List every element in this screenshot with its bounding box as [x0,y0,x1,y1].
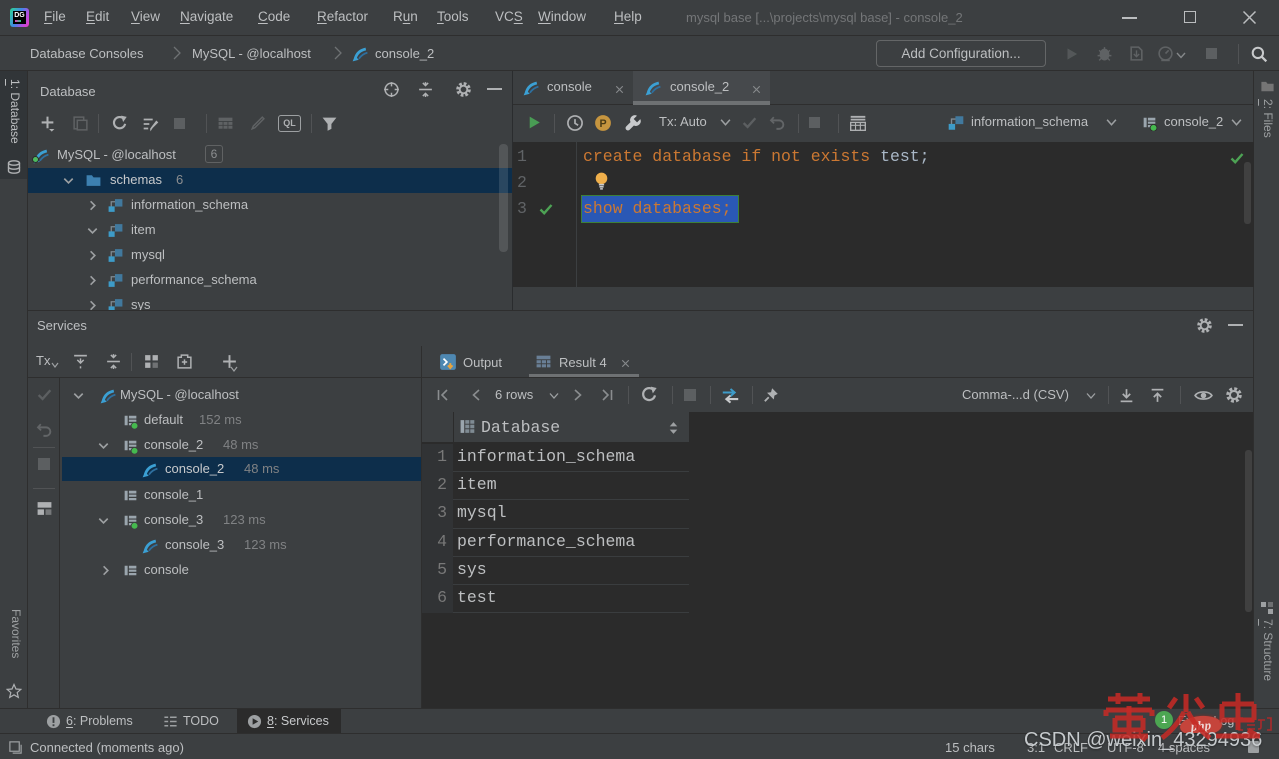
svg-text:P: P [599,118,606,130]
